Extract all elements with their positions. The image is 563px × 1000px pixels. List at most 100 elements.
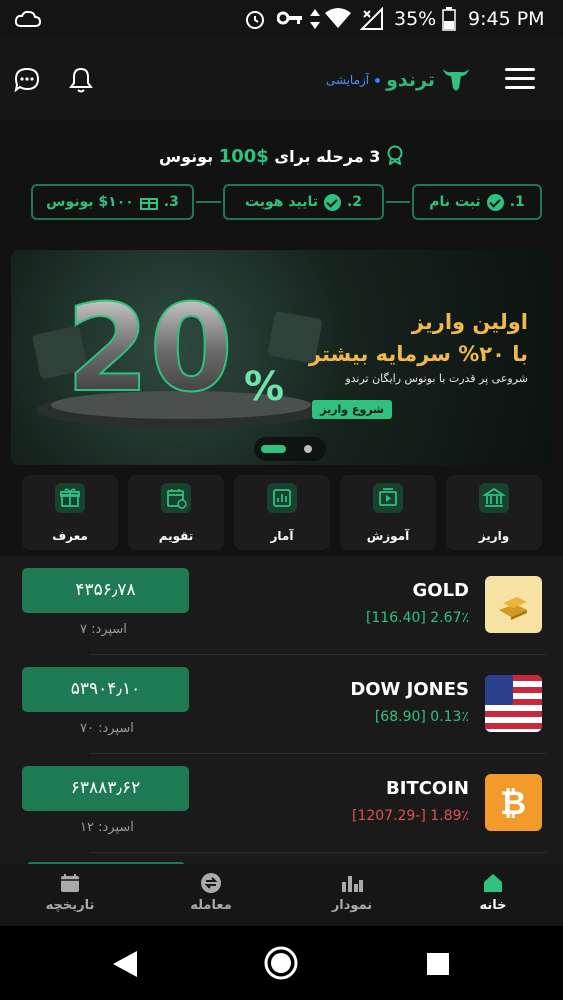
video-icon bbox=[373, 483, 403, 513]
badge-icon bbox=[387, 145, 403, 166]
step-label: ثبت نام bbox=[429, 194, 481, 210]
bonus-title-prefix: 3 مرحله برای bbox=[274, 147, 381, 166]
vpn-key-icon bbox=[277, 11, 302, 25]
history-calendar-icon bbox=[61, 874, 79, 892]
banner-subtext: شروعی پر قدرت با بونوس رایگان ترندو bbox=[345, 372, 528, 385]
brand-name: ترندو bbox=[386, 69, 435, 91]
bank-icon bbox=[479, 483, 509, 513]
battery-percent: 35% bbox=[394, 8, 437, 30]
instrument-change: [1207.29-] 1.89٪ bbox=[351, 808, 469, 824]
signal-icon bbox=[360, 7, 383, 30]
stats-icon bbox=[267, 483, 297, 513]
gift-icon bbox=[55, 483, 85, 513]
price-button[interactable]: ۵۳۹۰۴٫۱۰ bbox=[22, 667, 189, 712]
bonus-amount: $100 bbox=[218, 146, 269, 167]
quick-action-calendar[interactable]: تقویم bbox=[128, 475, 224, 550]
check-icon bbox=[323, 193, 341, 211]
price-button[interactable]: ۶۳۸۸۳٫۶۲ bbox=[22, 766, 189, 811]
market-row-gold[interactable]: GOLD [116.40] 2.67٪ ۴۳۵۶٫۷۸ اسپرد: ۷ bbox=[0, 556, 563, 655]
market-row-dow-jones[interactable]: DOW JONES [68.90] 0.13٪ ۵۳۹۰۴٫۱۰ اسپرد: … bbox=[0, 655, 563, 754]
alarm-icon bbox=[246, 11, 264, 29]
brand: ترندو آزمایشی bbox=[326, 66, 471, 94]
recents-icon[interactable] bbox=[426, 952, 450, 976]
bottom-nav: خانه نمودار معامله تاریخچه bbox=[0, 864, 563, 926]
home-icon bbox=[484, 874, 502, 892]
nav-label: نمودار bbox=[331, 898, 373, 913]
banner-cta-button[interactable]: شروع واریز bbox=[312, 400, 392, 419]
step-connector bbox=[196, 201, 221, 203]
instrument-change: [68.90] 0.13٪ bbox=[374, 709, 469, 725]
instrument-change: [116.40] 2.67٪ bbox=[365, 610, 469, 626]
battery-icon bbox=[442, 7, 456, 31]
nav-trade[interactable]: معامله bbox=[161, 872, 261, 913]
wifi-icon bbox=[325, 8, 351, 28]
gold-bars-icon bbox=[485, 576, 542, 633]
instrument-name: BITCOIN bbox=[386, 778, 469, 799]
market-list: GOLD [116.40] 2.67٪ ۴۳۵۶٫۷۸ اسپرد: ۷ DOW… bbox=[0, 556, 563, 864]
check-icon bbox=[486, 193, 504, 211]
home-button-icon[interactable] bbox=[263, 945, 299, 981]
demo-mode-label[interactable]: آزمایشی bbox=[326, 73, 369, 87]
quick-action-education[interactable]: آموزش bbox=[340, 475, 436, 550]
status-bar: 35% 9:45 PM bbox=[0, 0, 563, 38]
gift-icon bbox=[139, 198, 158, 210]
quick-action-label: آمار bbox=[270, 529, 294, 543]
row-divider bbox=[90, 852, 547, 853]
calendar-icon bbox=[161, 483, 191, 513]
hamburger-menu-icon[interactable] bbox=[505, 68, 535, 90]
nav-label: تاریخچه bbox=[45, 898, 95, 913]
spread-label: اسپرد: ۷ bbox=[80, 622, 127, 637]
step-connector bbox=[386, 201, 410, 203]
step-bonus[interactable]: 3. $۱۰۰ بونوس bbox=[31, 184, 194, 220]
quick-action-stats[interactable]: آمار bbox=[234, 475, 330, 550]
nav-chart[interactable]: نمودار bbox=[302, 872, 402, 913]
bitcoin-icon: ₿ bbox=[485, 774, 542, 831]
bell-icon[interactable] bbox=[67, 66, 95, 94]
step-label: تایید هویت bbox=[244, 194, 318, 210]
system-nav-bar bbox=[0, 926, 563, 1000]
quick-action-deposit[interactable]: واریز bbox=[446, 475, 542, 550]
trade-icon bbox=[201, 873, 221, 893]
chat-icon[interactable] bbox=[13, 66, 41, 94]
carousel-dot-active[interactable] bbox=[261, 445, 286, 453]
back-icon[interactable] bbox=[111, 949, 139, 979]
clock: 9:45 PM bbox=[468, 8, 545, 30]
quick-action-referral[interactable]: معرف bbox=[22, 475, 118, 550]
bonus-title-suffix: بونوس bbox=[158, 147, 214, 166]
carousel-indicator[interactable] bbox=[254, 437, 326, 461]
mode-dot bbox=[375, 77, 381, 83]
market-row-bitcoin[interactable]: ₿ BITCOIN [1207.29-] 1.89٪ ۶۳۸۸۳٫۶۲ اسپر… bbox=[0, 754, 563, 853]
quick-action-label: تقویم bbox=[158, 529, 194, 543]
banner-headline: اولین واریز bbox=[411, 310, 528, 334]
price-button[interactable]: ۴۳۵۶٫۷۸ bbox=[22, 568, 189, 613]
quick-action-label: معرف bbox=[52, 529, 88, 543]
step-number: 1. bbox=[509, 194, 525, 210]
big-percent-number: 20 bbox=[66, 280, 233, 419]
cloud-icon bbox=[14, 10, 42, 27]
banner-headline-2: با ۲۰% سرمایه بیشتر bbox=[308, 342, 528, 366]
promo-banner[interactable]: 20 % اولین واریز با ۲۰% سرمایه بیشتر شرو… bbox=[11, 250, 552, 465]
svg-text:₿: ₿ bbox=[500, 784, 526, 822]
nav-history[interactable]: تاریخچه bbox=[20, 872, 120, 913]
promo-graphic: 20 % bbox=[32, 279, 326, 428]
step-number: 2. bbox=[346, 194, 363, 210]
spread-label: اسپرد: ۷۰ bbox=[80, 721, 134, 736]
bonus-steps-title: 3 مرحله برای $100 بونوس bbox=[0, 145, 563, 167]
carousel-dot[interactable] bbox=[304, 445, 312, 453]
chart-icon bbox=[342, 876, 363, 892]
quick-action-label: آموزش bbox=[366, 529, 410, 543]
nav-label: معامله bbox=[190, 898, 232, 913]
spread-label: اسپرد: ۱۲ bbox=[80, 820, 134, 835]
instrument-name: GOLD bbox=[412, 580, 470, 601]
quick-action-label: واریز bbox=[478, 529, 510, 543]
step-register[interactable]: 1. ثبت نام bbox=[412, 184, 542, 220]
bull-logo-icon bbox=[443, 69, 469, 91]
nav-home[interactable]: خانه bbox=[443, 872, 543, 913]
percent-sign: % bbox=[244, 364, 284, 410]
us-flag-icon bbox=[485, 675, 542, 732]
step-number: 3. bbox=[163, 194, 179, 210]
data-arrows-icon bbox=[310, 9, 320, 29]
step-verify[interactable]: 2. تایید هویت bbox=[223, 184, 384, 220]
step-label: $۱۰۰ بونوس bbox=[46, 194, 134, 210]
instrument-name: DOW JONES bbox=[350, 679, 469, 700]
